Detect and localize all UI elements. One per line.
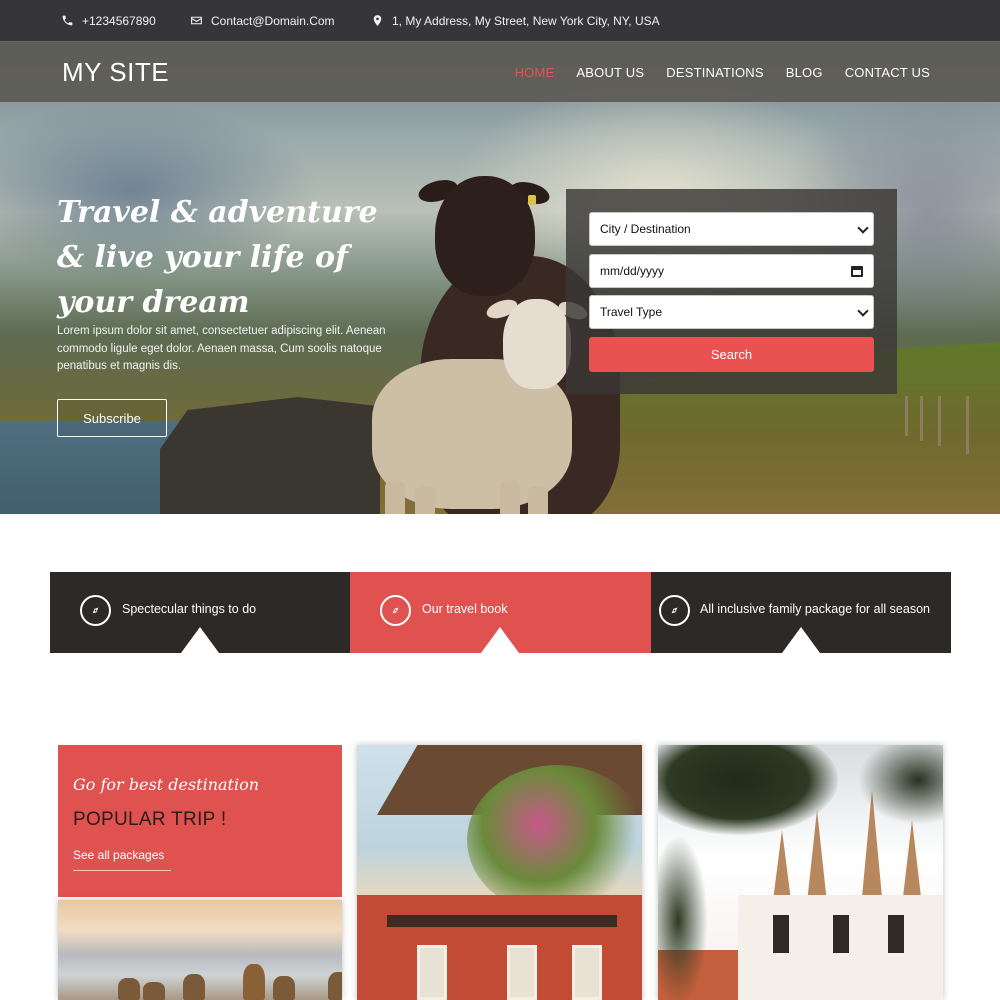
temple-window [833, 915, 849, 953]
compass-icon [659, 595, 690, 626]
lamb-leg [385, 481, 405, 514]
popular-trip-card: Go for best destination POPULAR TRIP ! S… [58, 745, 342, 897]
topbar-phone[interactable]: +1234567890 [61, 0, 156, 41]
lamb-leg [500, 481, 520, 514]
date-input-placeholder: mm/dd/yyyy [600, 264, 665, 278]
search-panel: City / Destination mm/dd/yyyy Travel Typ… [566, 189, 897, 394]
main-nav: HOME ABOUT US DESTINATIONS BLOG CONTACT … [515, 42, 930, 103]
travel-type-select[interactable]: Travel Type [589, 295, 874, 329]
feature-notch [181, 627, 219, 653]
feature-item[interactable]: All inclusive family package for all sea… [651, 572, 951, 653]
topbar-email-text: Contact@Domain.Com [211, 13, 335, 28]
hero-fence-post [938, 396, 941, 446]
horse-figure [118, 978, 140, 1000]
hero-heading-line: Travel & adventure [57, 195, 378, 230]
balcony [387, 915, 617, 927]
main-navbar: MY SITE HOME ABOUT US DESTINATIONS BLOG … [0, 41, 1000, 102]
feature-item[interactable]: Spectecular things to do [50, 572, 350, 653]
feature-label: Our travel book [422, 602, 508, 616]
feature-item[interactable]: Our travel book [350, 572, 651, 653]
popular-tagline: Go for best destination [73, 775, 260, 794]
hero-description: Lorem ipsum dolor sit amet, consectetuer… [57, 325, 386, 372]
subscribe-button[interactable]: Subscribe [57, 399, 167, 437]
foliage [658, 835, 708, 1000]
feature-strip: Spectecular things to do Our travel book… [50, 572, 951, 653]
travel-type-select-value: Travel Type [600, 305, 663, 319]
see-all-packages-link[interactable]: See all packages [73, 848, 171, 871]
topbar-email[interactable]: Contact@Domain.Com [190, 0, 335, 41]
top-info-bar: +1234567890 Contact@Domain.Com 1, My Add… [0, 0, 1000, 41]
flowers [467, 765, 642, 915]
horse-figure [183, 974, 205, 1000]
search-button[interactable]: Search [589, 337, 874, 372]
calendar-icon[interactable] [851, 266, 863, 277]
horse-figure [243, 964, 265, 1000]
destination-photo[interactable] [357, 745, 642, 1000]
lamb-head [503, 299, 571, 389]
topbar-address: 1, My Address, My Street, New York City,… [371, 0, 660, 41]
nav-about-us[interactable]: ABOUT US [576, 65, 644, 80]
destination-select-value: City / Destination [600, 222, 691, 236]
feature-label: Spectecular things to do [122, 602, 257, 616]
feature-notch [782, 627, 820, 653]
chevron-down-icon [857, 305, 869, 317]
popular-title: POPULAR TRIP ! [73, 809, 227, 830]
feature-label: All inclusive family package for all sea… [700, 602, 930, 616]
black-sheep-head [435, 176, 535, 296]
hero-fence-post [920, 396, 923, 441]
horse-figure [273, 976, 295, 1000]
lamb-leg [415, 486, 435, 514]
destination-select[interactable]: City / Destination [589, 212, 874, 246]
topbar-address-text: 1, My Address, My Street, New York City,… [392, 13, 660, 28]
envelope-icon [191, 16, 202, 25]
destination-photo[interactable] [658, 745, 943, 1000]
ear-tag [528, 195, 536, 205]
window [572, 945, 602, 1000]
nav-blog[interactable]: BLOG [786, 65, 823, 80]
lamb-leg [528, 486, 548, 514]
destination-photo[interactable] [58, 900, 342, 1000]
horse-figure [143, 982, 165, 1000]
compass-icon [80, 595, 111, 626]
nav-contact-us[interactable]: CONTACT US [845, 65, 930, 80]
topbar-phone-text: +1234567890 [82, 13, 156, 28]
window [417, 945, 447, 1000]
site-logo[interactable]: MY SITE [62, 42, 169, 103]
hero-heading: Travel & adventure & live your life of y… [57, 190, 387, 325]
phone-icon [62, 15, 73, 26]
hero-heading-line: your dream [57, 285, 250, 320]
map-pin-icon [373, 15, 382, 26]
date-input[interactable]: mm/dd/yyyy [589, 254, 874, 288]
nav-home[interactable]: HOME [515, 65, 555, 80]
window [507, 945, 537, 1000]
horse-figure [328, 972, 342, 1000]
hero-cliff [160, 397, 390, 514]
nav-destinations[interactable]: DESTINATIONS [666, 65, 764, 80]
chevron-down-icon [857, 222, 869, 234]
hero-heading-line: & live your life of [57, 240, 348, 275]
compass-icon [380, 595, 411, 626]
temple-window [773, 915, 789, 953]
feature-notch [481, 627, 519, 653]
temple-window [888, 915, 904, 953]
hero-fence-post [966, 396, 969, 454]
hero-fence-post [905, 396, 908, 436]
